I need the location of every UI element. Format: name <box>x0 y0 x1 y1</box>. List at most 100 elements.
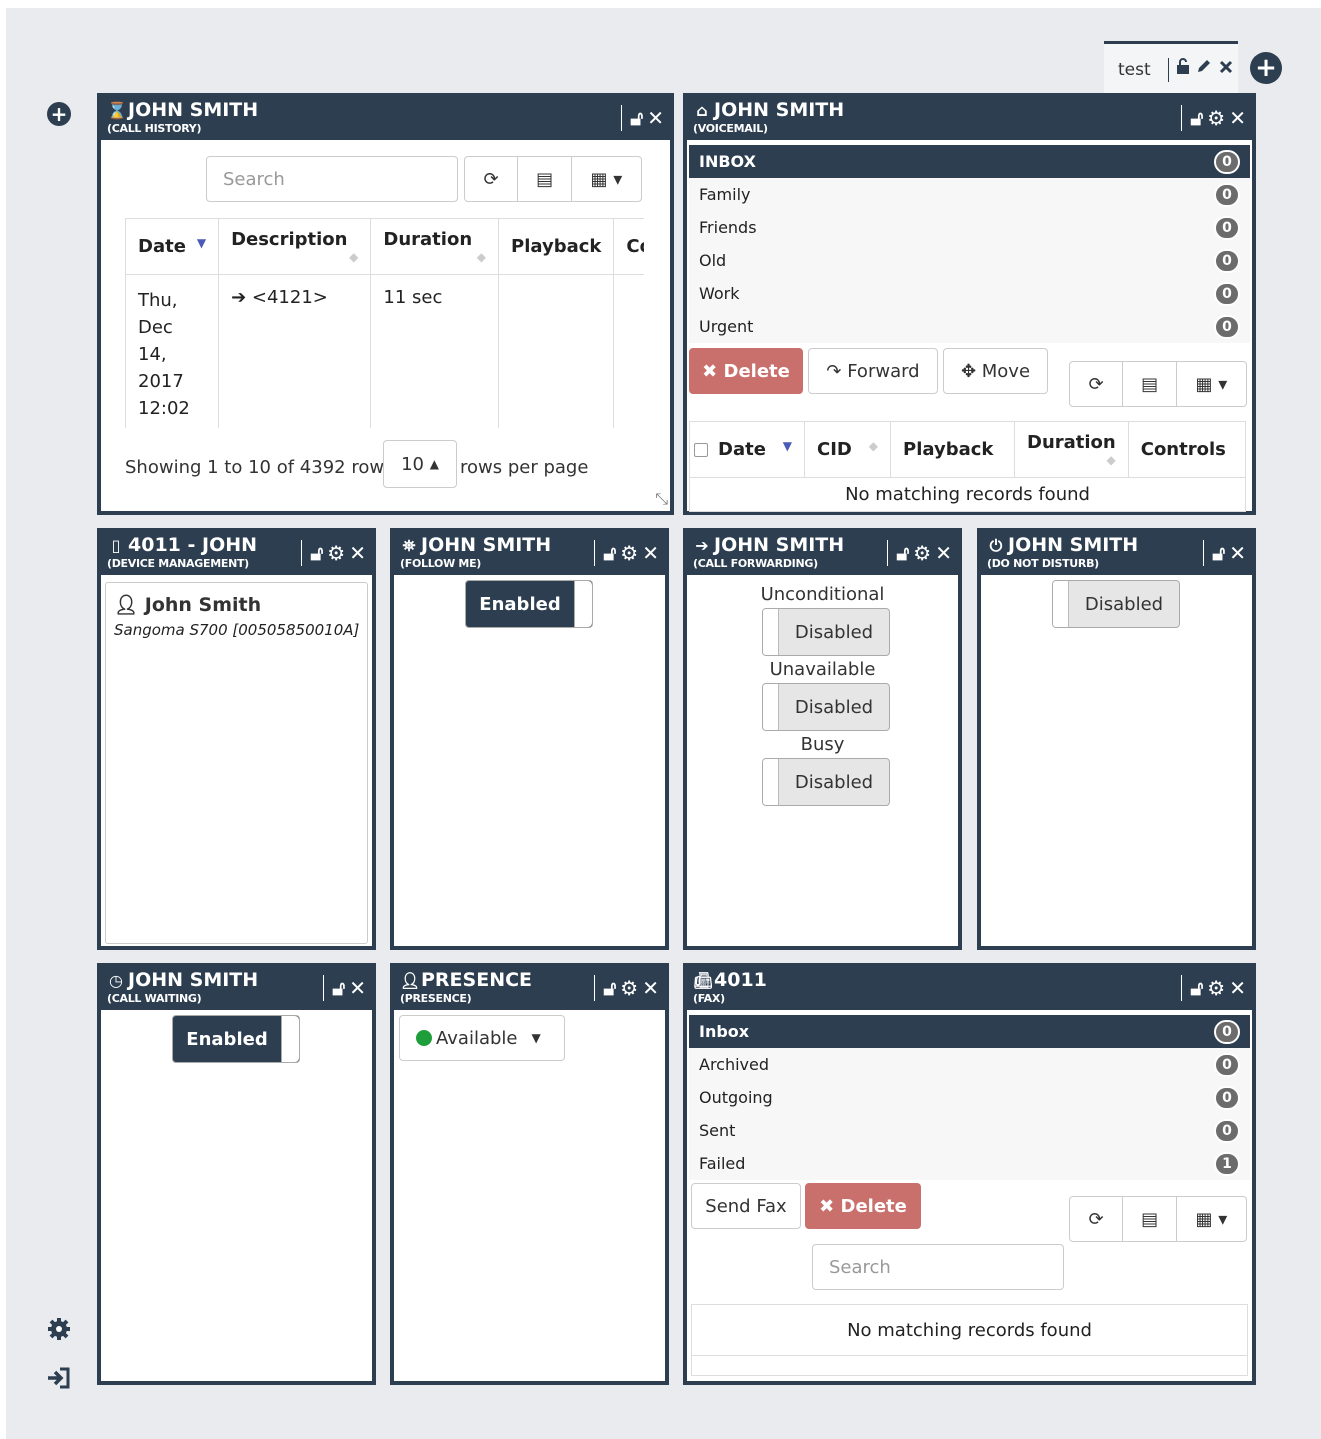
widget-subtitle: (CALL WAITING) <box>107 992 202 1005</box>
refresh-button[interactable]: ⟳ <box>465 157 519 201</box>
widget-header[interactable]: ◷ JOHN SMITH (CALL WAITING) 🔓︎ ✕ <box>101 967 372 1010</box>
lock-icon[interactable]: 🔓︎ <box>1212 541 1225 565</box>
close-icon[interactable]: ✕ <box>349 541 366 565</box>
folder-outgoing[interactable]: Outgoing 0 <box>689 1081 1250 1114</box>
widget-header[interactable]: ➔ JOHN SMITH (CALL FORWARDING) 🔓︎ ⚙ ✕ <box>687 532 958 575</box>
gear-icon[interactable]: ⚙ <box>620 976 638 1000</box>
columns-button[interactable]: ▦ ▾ <box>572 157 641 201</box>
folder-old[interactable]: Old 0 <box>689 244 1250 277</box>
folder-inbox[interactable]: Inbox 0 <box>689 1015 1250 1048</box>
toggle-view-button[interactable]: ▤ <box>1123 362 1177 406</box>
search-input[interactable]: Search <box>812 1244 1064 1290</box>
lock-icon[interactable]: 🔓︎ <box>603 976 616 1000</box>
unconditional-toggle[interactable]: Disabled <box>762 608 890 656</box>
column-header-date[interactable]: Date ▼ <box>689 421 805 478</box>
table-row: No matching records found <box>689 477 1246 512</box>
column-header-duration[interactable]: Duration ◆ <box>370 218 500 275</box>
count-badge: 1 <box>1214 1152 1240 1176</box>
folder-sent[interactable]: Sent 0 <box>689 1114 1250 1147</box>
sign-out-icon <box>48 1367 70 1389</box>
unavailable-toggle[interactable]: Disabled <box>762 683 890 731</box>
pencil-icon[interactable] <box>1196 58 1212 74</box>
lock-icon[interactable]: 🔓︎ <box>896 541 909 565</box>
busy-toggle[interactable]: Disabled <box>762 758 890 806</box>
device-list: 👤︎ John Smith Sangoma S700 [00505850010A… <box>105 582 368 944</box>
lock-icon[interactable]: 🔓︎ <box>603 541 616 565</box>
lock-icon[interactable]: 🔓︎ <box>630 106 643 130</box>
column-header-duration[interactable]: Duration ◆ <box>1014 421 1129 478</box>
widget-header[interactable]: ▯ 4011 - JOHN (DEVICE MANAGEMENT) 🔓︎ ⚙ ✕ <box>101 532 372 575</box>
move-button[interactable]: ✥ Move <box>943 348 1048 394</box>
gear-icon[interactable]: ⚙ <box>1207 976 1225 1000</box>
call-waiting-toggle[interactable]: Enabled <box>172 1015 300 1063</box>
page-size-dropdown[interactable]: 10 ▲ <box>383 440 457 488</box>
lock-icon[interactable]: 🔓︎ <box>1190 976 1203 1000</box>
tab-actions[interactable] <box>1176 58 1233 79</box>
toggle-view-button[interactable]: ▤ <box>1123 1197 1177 1241</box>
move-icon: ✥ <box>960 360 977 382</box>
add-widget-button[interactable]: + <box>46 101 72 127</box>
follow-me-toggle[interactable]: Enabled <box>465 580 593 628</box>
dashboard-tab[interactable]: test <box>1104 41 1238 95</box>
folder-friends[interactable]: Friends 0 <box>689 211 1250 244</box>
close-icon[interactable]: ✕ <box>1229 106 1246 130</box>
close-icon[interactable]: ✕ <box>642 976 659 1000</box>
folder-archived[interactable]: Archived 0 <box>689 1048 1250 1081</box>
settings-button[interactable] <box>46 1316 72 1342</box>
toggle-view-button[interactable]: ▤ <box>518 157 572 201</box>
call-forwarding-widget: ➔ JOHN SMITH (CALL FORWARDING) 🔓︎ ⚙ ✕ Uncon… <box>683 528 962 950</box>
gear-icon[interactable]: ⚙ <box>913 541 931 565</box>
table-footer <box>691 1356 1248 1376</box>
dnd-toggle[interactable]: Disabled <box>1052 580 1180 628</box>
select-all-checkbox[interactable] <box>694 443 708 457</box>
inbox-icon: ⌂ <box>696 101 708 120</box>
widget-header[interactable]: 📠︎4011 (FAX) 🔓︎ ⚙ ✕ <box>687 967 1252 1010</box>
tab-name[interactable]: test <box>1118 60 1151 80</box>
widget-header[interactable]: ⌂ JOHN SMITH (VOICEMAIL) 🔓︎ ⚙ ✕ <box>687 97 1252 140</box>
columns-button[interactable]: ▦ ▾ <box>1177 1197 1246 1241</box>
close-icon[interactable]: ✕ <box>1229 541 1246 565</box>
close-icon[interactable]: ✕ <box>1229 976 1246 1000</box>
folder-urgent[interactable]: Urgent 0 <box>689 310 1250 343</box>
hourglass-icon: ⌛ <box>107 101 127 120</box>
refresh-button[interactable]: ⟳ <box>1070 1197 1124 1241</box>
widget-header[interactable]: ⛯ JOHN SMITH (FOLLOW ME) 🔓︎ ⚙ ✕ <box>394 532 665 575</box>
refresh-button[interactable]: ⟳ <box>1070 362 1124 406</box>
folder-work[interactable]: Work 0 <box>689 277 1250 310</box>
column-header-date[interactable]: Date ▼ <box>125 218 220 275</box>
widget-header[interactable]: ⌛JOHN SMITH (CALL HISTORY) 🔓︎ ✕ <box>101 97 670 140</box>
lock-icon[interactable]: 🔓︎ <box>1190 106 1203 130</box>
lock-icon[interactable]: 🔓︎ <box>332 976 345 1000</box>
device-user[interactable]: 👤︎ John Smith <box>114 593 261 616</box>
send-fax-button[interactable]: Send Fax <box>691 1183 801 1229</box>
column-header-cid[interactable]: CID ◆ <box>804 421 891 478</box>
column-header-description[interactable]: Description ◆ <box>218 218 372 275</box>
folder-failed[interactable]: Failed 1 <box>689 1147 1250 1180</box>
widget-subtitle: (FAX) <box>693 992 725 1005</box>
presence-status-dropdown[interactable]: Available ▼ <box>399 1015 565 1061</box>
forward-button[interactable]: ↷ Forward <box>808 348 938 394</box>
add-tab-button[interactable]: + <box>1250 52 1282 84</box>
gear-icon[interactable]: ⚙ <box>620 541 638 565</box>
close-icon[interactable]: ✕ <box>647 106 664 130</box>
resize-handle-icon[interactable]: ⤡ <box>655 489 668 509</box>
widget-header[interactable]: 👤︎PRESENCE (PRESENCE) 🔓︎ ⚙ ✕ <box>394 967 665 1010</box>
widget-header[interactable]: ⏻ JOHN SMITH (DO NOT DISTURB) 🔓︎ ✕ <box>981 532 1252 575</box>
device-management-widget: ▯ 4011 - JOHN (DEVICE MANAGEMENT) 🔓︎ ⚙ ✕ 👤︎… <box>97 528 376 950</box>
close-icon[interactable] <box>1219 58 1233 74</box>
count-badge: 0 <box>1214 315 1240 339</box>
close-icon[interactable]: ✕ <box>349 976 366 1000</box>
logout-button[interactable] <box>46 1365 72 1391</box>
gear-icon[interactable]: ⚙ <box>327 541 345 565</box>
search-input[interactable]: Search <box>206 156 458 202</box>
lock-icon[interactable]: 🔓︎ <box>310 541 323 565</box>
delete-button[interactable]: ✖ Delete <box>805 1183 921 1229</box>
folder-inbox[interactable]: INBOX 0 <box>689 145 1250 178</box>
close-icon[interactable]: ✕ <box>935 541 952 565</box>
gear-icon[interactable]: ⚙ <box>1207 106 1225 130</box>
close-icon[interactable]: ✕ <box>642 541 659 565</box>
columns-button[interactable]: ▦ ▾ <box>1177 362 1246 406</box>
delete-button[interactable]: ✖ Delete <box>689 348 803 394</box>
lock-open-icon[interactable] <box>1176 58 1190 74</box>
folder-family[interactable]: Family 0 <box>689 178 1250 211</box>
